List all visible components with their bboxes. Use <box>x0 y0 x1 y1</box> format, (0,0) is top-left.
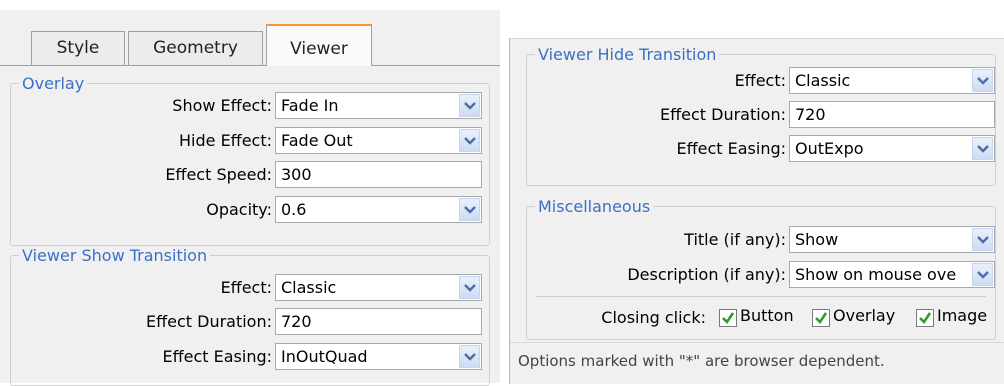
effect-speed-label: Effect Speed: <box>165 165 272 184</box>
title-label: Title (if any): <box>684 230 786 249</box>
tab-style[interactable]: Style <box>31 31 125 65</box>
chevron-down-icon[interactable] <box>459 94 480 117</box>
hide-transition-effect-select[interactable]: Classic <box>789 67 995 94</box>
overlay-checkbox[interactable]: Overlay <box>812 306 912 329</box>
chevron-down-icon[interactable] <box>459 198 480 221</box>
opacity-value: 0.6 <box>281 200 307 219</box>
opacity-label: Opacity: <box>206 200 272 219</box>
effect-speed-value: 300 <box>281 165 312 184</box>
checkbox-check-icon[interactable] <box>719 309 737 327</box>
show-transition-effect-select[interactable]: Classic <box>275 274 482 301</box>
tab-geometry[interactable]: Geometry <box>128 31 263 65</box>
title-value: Show <box>795 230 839 249</box>
chevron-down-icon[interactable] <box>972 137 993 160</box>
footer-note: Options marked with "*" are browser depe… <box>518 352 885 370</box>
show-effect-easing-label: Effect Easing: <box>162 347 272 366</box>
miscellaneous-legend: Miscellaneous <box>538 197 651 216</box>
opacity-select[interactable]: 0.6 <box>275 196 482 223</box>
chevron-down-icon[interactable] <box>972 228 993 251</box>
right-panel: Viewer Hide Transition Effect: Classic E… <box>509 38 1004 384</box>
hide-effect-type-label: Effect: <box>734 71 786 90</box>
show-effect-duration-value: 720 <box>281 312 312 331</box>
tab-strip-line <box>0 65 500 66</box>
effect-speed-input[interactable]: 300 <box>275 161 482 188</box>
left-panel: Style Geometry Viewer Overlay Show Effec… <box>0 10 500 386</box>
show-effect-value: Fade In <box>281 96 339 115</box>
hide-effect-select[interactable]: Fade Out <box>275 127 482 154</box>
viewer-show-transition-legend: Viewer Show Transition <box>22 246 208 265</box>
tab-geometry-label: Geometry <box>153 38 238 58</box>
image-checkbox[interactable]: Image <box>916 306 1002 329</box>
hide-effect-easing-select[interactable]: OutExpo <box>789 135 995 162</box>
hide-effect-label: Hide Effect: <box>179 131 272 150</box>
closing-click-label: Closing click: <box>601 308 706 327</box>
description-select[interactable]: Show on mouse ove <box>789 261 995 288</box>
show-effect-type-label: Effect: <box>220 278 272 297</box>
description-label: Description (if any): <box>627 265 786 284</box>
hide-transition-effect-value: Classic <box>795 71 851 90</box>
show-effect-duration-input[interactable]: 720 <box>275 308 482 335</box>
show-effect-select[interactable]: Fade In <box>275 92 482 119</box>
hide-effect-duration-input[interactable]: 720 <box>789 101 995 128</box>
overlay-legend: Overlay <box>22 74 85 93</box>
show-effect-easing-value: InOutQuad <box>281 347 368 366</box>
button-checkbox-label: Button <box>740 306 794 325</box>
description-value: Show on mouse ove <box>795 265 957 284</box>
hide-effect-duration-label: Effect Duration: <box>659 105 786 124</box>
show-effect-duration-label: Effect Duration: <box>145 312 272 331</box>
checkbox-check-icon[interactable] <box>916 309 934 327</box>
overlay-checkbox-label: Overlay <box>833 306 896 325</box>
chevron-down-icon[interactable] <box>459 129 480 152</box>
footer-divider <box>510 342 1004 343</box>
checkbox-check-icon[interactable] <box>812 309 830 327</box>
title-select[interactable]: Show <box>789 226 995 253</box>
tab-viewer[interactable]: Viewer <box>266 24 372 66</box>
hide-effect-duration-value: 720 <box>795 105 826 124</box>
chevron-down-icon[interactable] <box>972 69 993 92</box>
button-checkbox[interactable]: Button <box>719 306 809 329</box>
chevron-down-icon[interactable] <box>459 345 480 368</box>
tab-viewer-label: Viewer <box>290 39 348 59</box>
chevron-down-icon[interactable] <box>972 263 993 286</box>
hide-effect-easing-value: OutExpo <box>795 139 864 158</box>
tab-style-label: Style <box>56 38 100 58</box>
image-checkbox-label: Image <box>937 306 988 325</box>
misc-divider <box>536 296 986 297</box>
viewer-hide-transition-legend: Viewer Hide Transition <box>538 45 717 64</box>
show-effect-easing-select[interactable]: InOutQuad <box>275 343 482 370</box>
show-effect-label: Show Effect: <box>172 96 272 115</box>
hide-effect-value: Fade Out <box>281 131 353 150</box>
hide-effect-easing-label: Effect Easing: <box>676 139 786 158</box>
chevron-down-icon[interactable] <box>459 276 480 299</box>
show-transition-effect-value: Classic <box>281 278 337 297</box>
